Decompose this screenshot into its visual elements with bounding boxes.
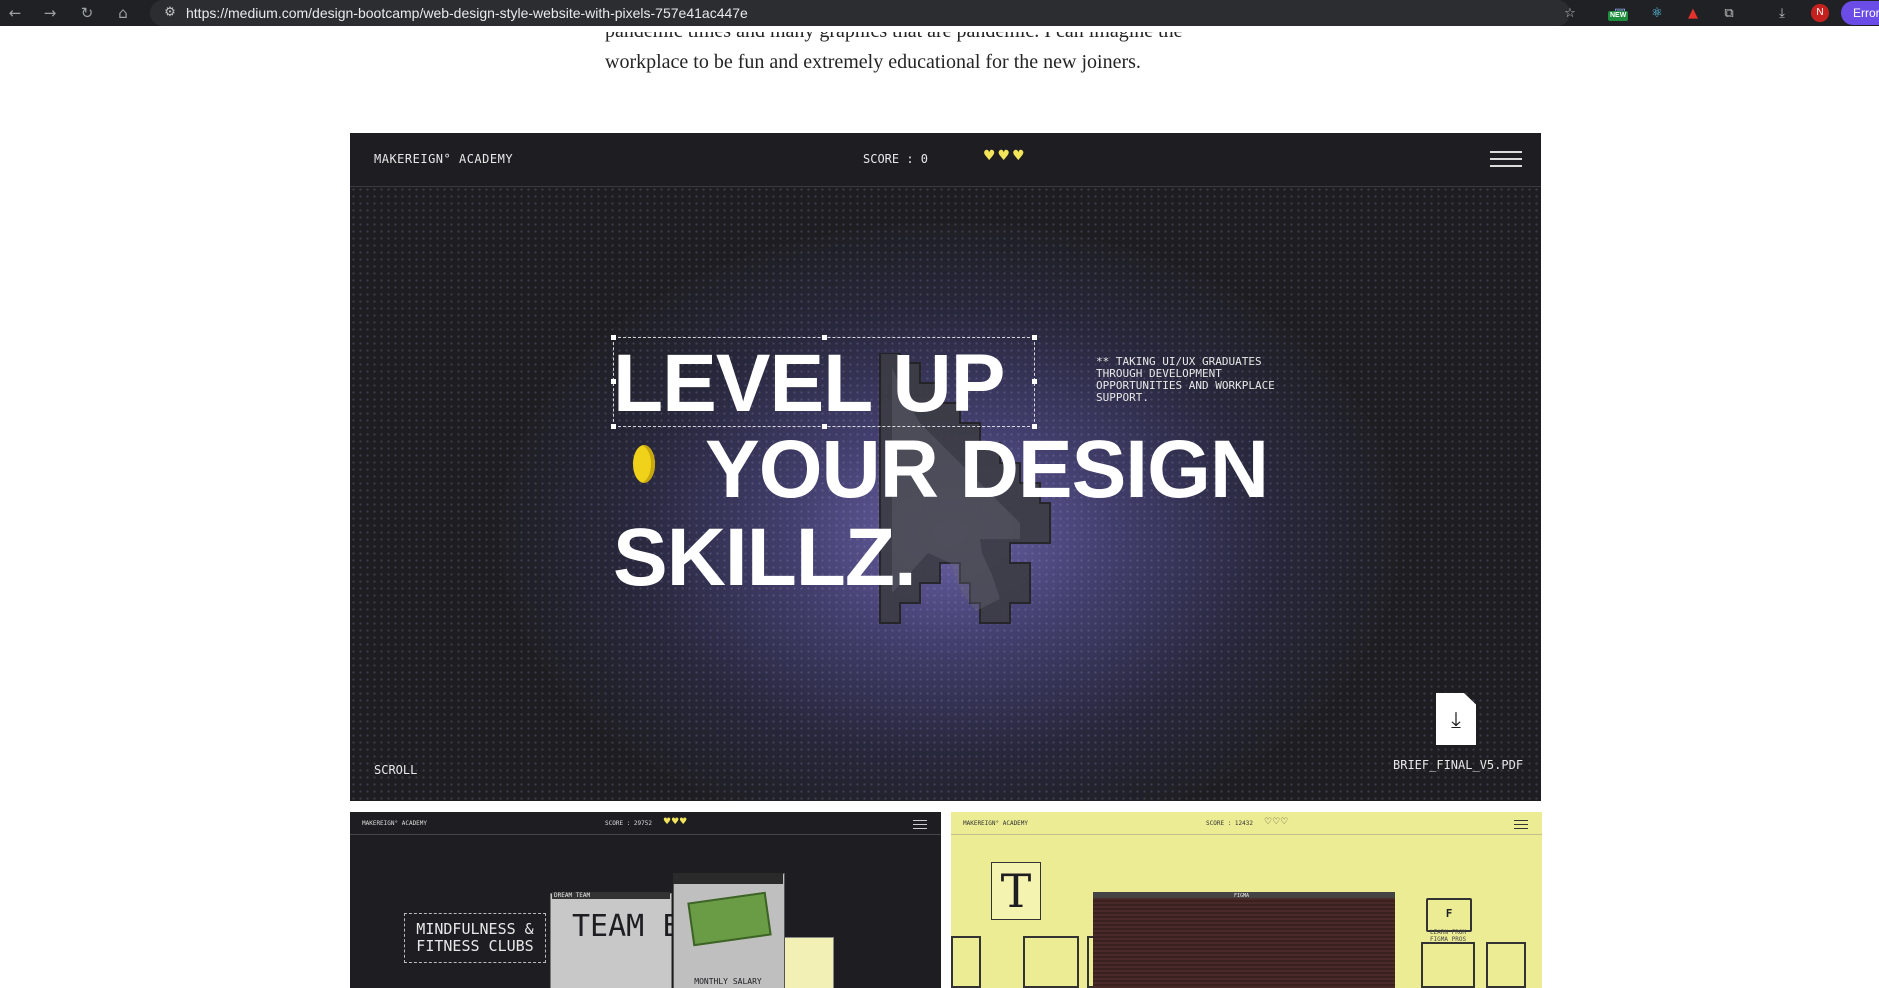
letter-outline: [1421, 942, 1475, 988]
headline-line-1: LEVEL UP: [613, 338, 1005, 429]
hamburger-menu-icon: [1514, 820, 1528, 832]
hero-brand: MAKEREIGN° ACADEMY: [374, 152, 514, 166]
hamburger-menu-icon: [1490, 151, 1522, 167]
thumb-score: SCORE : 12432: [1206, 820, 1253, 827]
pdf-icon[interactable]: ▲: [1683, 3, 1703, 23]
download-icon[interactable]: ⤓: [1772, 3, 1792, 23]
thumbnail-dark: MAKEREIGN° ACADEMY SCORE : 29752 ♥♥♥ MIN…: [350, 812, 941, 988]
puzzle-icon[interactable]: ⧉: [1719, 3, 1739, 23]
salary-window-titlebar: [673, 873, 783, 884]
hero-image: MAKEREIGN° ACADEMY SCORE : 0 ♥♥♥ LEVEL U…: [350, 133, 1541, 801]
thumb-score: SCORE : 29752: [605, 820, 652, 827]
error-chip[interactable]: Error: [1841, 1, 1879, 25]
portrait-photo: [1093, 892, 1395, 988]
card-window: [780, 937, 834, 988]
profile-avatar[interactable]: N: [1811, 4, 1829, 22]
site-info-icon[interactable]: ⚙: [160, 3, 180, 23]
headline-line-3: SKILLZ.: [613, 512, 917, 603]
headline-line-2: YOUR DESIGN: [705, 424, 1269, 515]
hero-hearts: ♥♥♥: [983, 148, 1027, 164]
hero-nav-bar: [350, 133, 1541, 187]
letter-outline: [1023, 936, 1079, 988]
url-text[interactable]: https://medium.com/design-bootcamp/web-d…: [186, 5, 748, 21]
thumb-hearts: ♥♥♥: [663, 817, 688, 827]
thumbnail-yellow: MAKEREIGN° ACADEMY SCORE : 12432 ♡♡♡ T F…: [951, 812, 1542, 988]
browser-toolbar: ← → ↻ ⌂ ⚙ https://medium.com/design-boot…: [0, 0, 1879, 26]
folder-label: LEARN FROM FIGMA PROS: [1429, 929, 1467, 943]
back-icon[interactable]: ←: [2, 0, 28, 26]
team-window-title: DREAM TEAM: [552, 892, 670, 899]
file-name-label: BRIEF_FINAL_V5.PDF: [1393, 758, 1524, 772]
react-devtools-icon[interactable]: ⚛: [1647, 3, 1667, 23]
selection-handle: [1032, 335, 1037, 340]
reload-icon[interactable]: ↻: [74, 0, 100, 26]
type-tool-icon: T: [991, 862, 1041, 920]
thumb-hearts: ♡♡♡: [1264, 817, 1289, 827]
scroll-label: SCROLL: [374, 763, 418, 777]
hero-score: SCORE : 0: [863, 152, 929, 166]
download-arrow-icon: ⤓: [1451, 708, 1461, 733]
star-icon[interactable]: ☆: [1560, 3, 1580, 23]
figma-window-label: FIGMA: [1234, 893, 1250, 899]
forward-icon[interactable]: →: [37, 0, 63, 26]
hero-blurb: ** TAKING UI/UX GRADUATES THROUGH DEVELO…: [1096, 355, 1275, 404]
letter-outline: [951, 936, 981, 988]
hamburger-menu-icon: [913, 820, 927, 832]
home-icon[interactable]: ⌂: [110, 0, 136, 26]
salary-label: MONTHLY SALARY: [694, 977, 762, 986]
letter-outline: [1486, 942, 1526, 988]
folder-icon: F: [1426, 898, 1472, 932]
thumb-brand: MAKEREIGN° ACADEMY: [963, 820, 1029, 827]
thumb-brand: MAKEREIGN° ACADEMY: [362, 820, 428, 827]
article-paragraph-line: workplace to be fun and extremely educat…: [605, 51, 1141, 73]
coin-icon: [868, 892, 882, 916]
coin-icon: [400, 866, 412, 890]
new-badge: NEW: [1608, 11, 1629, 21]
selection-handle: [1032, 379, 1037, 384]
fitness-clubs-label: MINDFULNESS & FITNESS CLUBS: [404, 913, 546, 963]
coin-icon: [633, 445, 655, 483]
address-bar[interactable]: ⚙ https://medium.com/design-bootcamp/web…: [150, 0, 1570, 26]
